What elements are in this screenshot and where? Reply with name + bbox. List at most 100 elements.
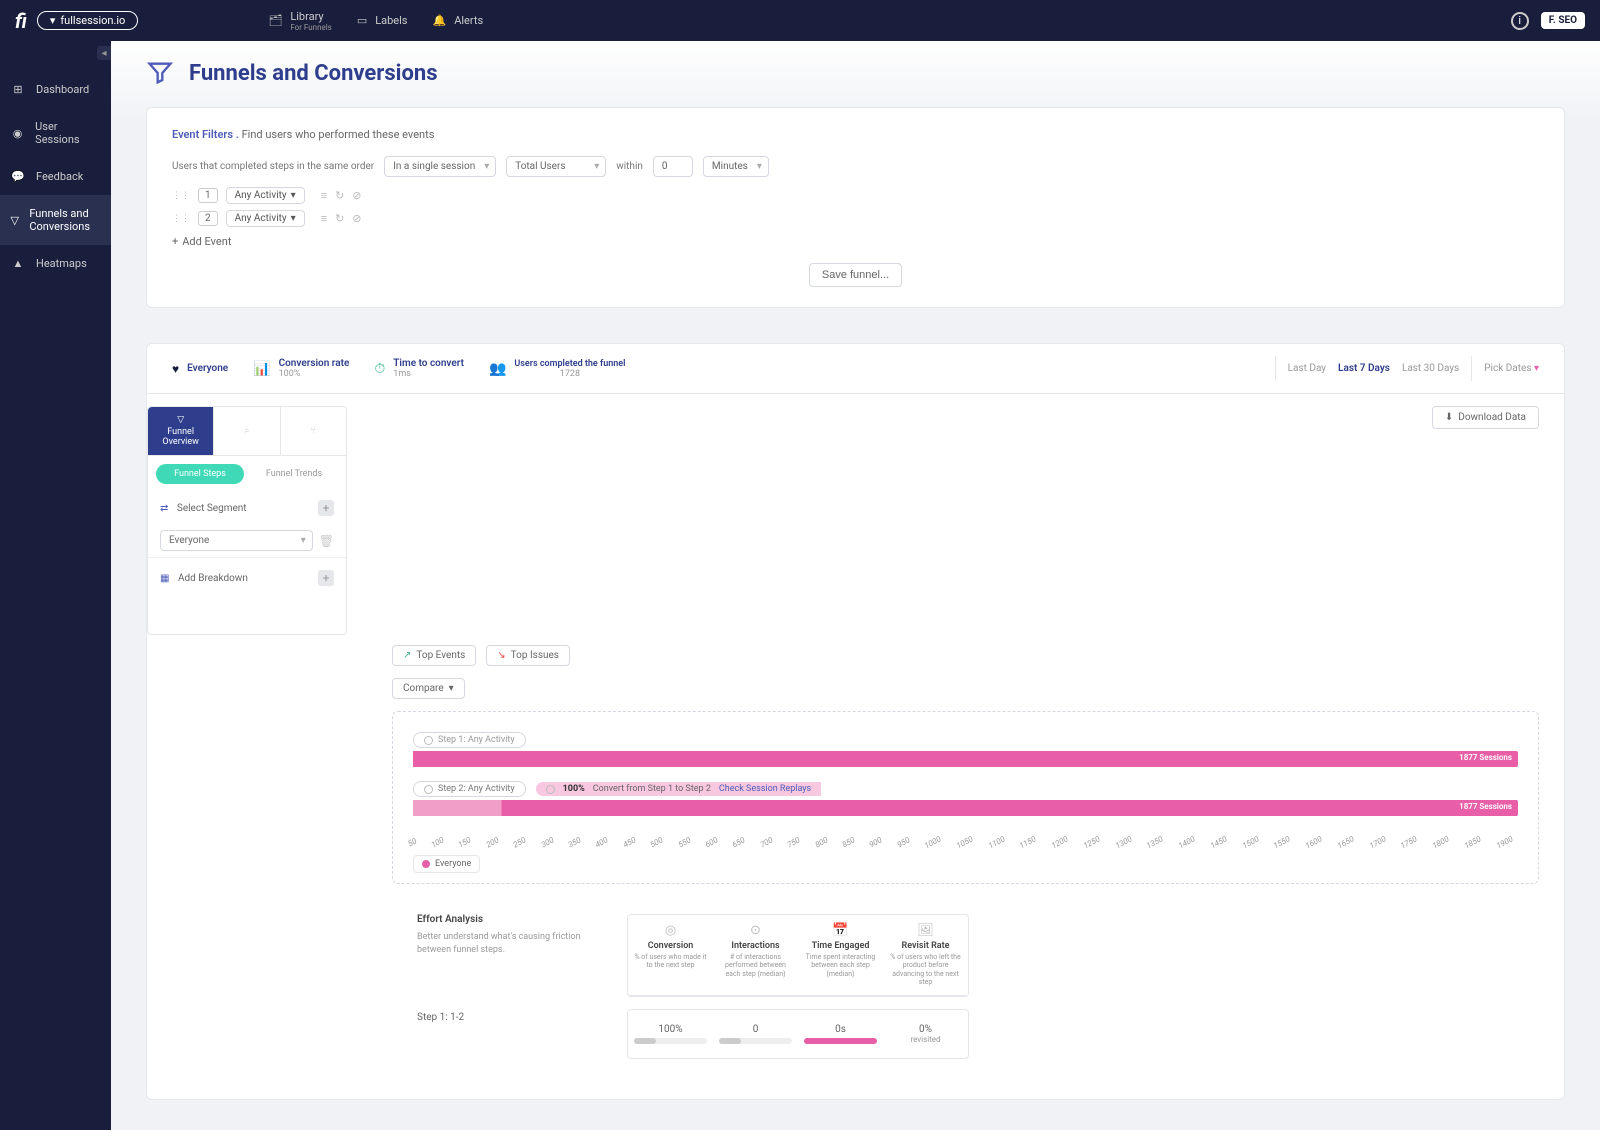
legend-dot bbox=[422, 860, 430, 868]
trend-up-icon: ↗ bbox=[403, 650, 411, 661]
site-selector[interactable]: ▾ fullsession.io bbox=[37, 11, 139, 30]
nav-library[interactable]: 🗂 Library For Funnels bbox=[268, 10, 331, 32]
date-pick[interactable]: Pick Dates ▾ bbox=[1484, 363, 1539, 374]
metrics-card: ♥ Everyone 📊 Conversion rate 100% ⏱ Ti bbox=[146, 343, 1565, 1100]
target-icon: ◎ bbox=[634, 923, 707, 938]
radio-icon bbox=[424, 785, 433, 794]
subtab-trends[interactable]: Funnel Trends bbox=[250, 464, 338, 484]
tab-3[interactable]: ⑂ bbox=[281, 407, 346, 455]
filter-icon[interactable]: ≡ bbox=[321, 189, 327, 202]
cell-time: 0s bbox=[798, 1010, 883, 1058]
tab-funnel-overview[interactable]: ▽ Funnel Overview bbox=[148, 407, 214, 455]
sidebar-item-funnels[interactable]: ▽ Funnels and Conversions bbox=[0, 195, 111, 245]
branch-icon: ⑂ bbox=[311, 426, 316, 436]
sidebar-item-feedback[interactable]: 💬 Feedback bbox=[0, 158, 111, 195]
metric-everyone[interactable]: ♥ Everyone bbox=[172, 362, 228, 376]
metric-value: 1ms bbox=[393, 369, 464, 379]
col-revisit[interactable]: 🖼 Revisit Rate % of users who left the p… bbox=[883, 915, 968, 995]
date-pick-label: Pick Dates bbox=[1484, 363, 1531, 374]
tab-2[interactable]: ⌕ bbox=[214, 407, 280, 455]
date-last-7[interactable]: Last 7 Days bbox=[1338, 363, 1390, 374]
download-button[interactable]: ⬇ Download Data bbox=[1432, 406, 1539, 429]
order-label: Users that completed steps in the same o… bbox=[172, 161, 374, 172]
users-select[interactable]: Total Users bbox=[506, 156, 606, 177]
drag-icon[interactable]: ⋮⋮ bbox=[172, 191, 190, 201]
filters-desc: Find users who performed these events bbox=[242, 128, 435, 141]
chart-icon: 📊 bbox=[253, 361, 270, 377]
chevron-down-icon: ▾ bbox=[291, 213, 296, 224]
sidebar-item-dashboard[interactable]: ⊞ Dashboard bbox=[0, 71, 111, 108]
date-last-day[interactable]: Last Day bbox=[1288, 363, 1326, 374]
add-segment-button[interactable]: + bbox=[318, 500, 334, 516]
date-last-30[interactable]: Last 30 Days bbox=[1402, 363, 1459, 374]
breakdown-icon: ▦ bbox=[160, 573, 169, 584]
add-breakdown-button[interactable]: + bbox=[318, 570, 334, 586]
metric-time: ⏱ Time to convert 1ms bbox=[374, 358, 464, 379]
heart-icon: ♥ bbox=[172, 362, 179, 376]
activity-select[interactable]: Any Activity ▾ bbox=[226, 187, 305, 204]
session-select[interactable]: In a single session bbox=[384, 156, 496, 177]
convert-text: Convert from Step 1 to Step 2 bbox=[593, 784, 711, 794]
filters-title: Event Filters . bbox=[172, 128, 239, 141]
segment-select[interactable]: Everyone bbox=[160, 530, 313, 551]
overview-panel: ▽ Funnel Overview ⌕ ⑂ Funnel Steps Funne… bbox=[147, 406, 347, 635]
nav-label: Labels bbox=[375, 14, 407, 27]
user-badge[interactable]: F. SEO bbox=[1541, 12, 1585, 29]
sidebar-collapse-button[interactable]: ◂ bbox=[97, 46, 111, 60]
info-icon[interactable]: i bbox=[1511, 12, 1529, 30]
chart-legend: Everyone bbox=[413, 855, 480, 873]
refresh-icon[interactable]: ↻ bbox=[335, 189, 344, 202]
nav-labels[interactable]: ▭ Labels bbox=[357, 10, 408, 32]
subtab-steps[interactable]: Funnel Steps bbox=[156, 464, 244, 484]
chevron-down-icon: ▾ bbox=[1534, 363, 1539, 374]
refresh-icon[interactable]: ↻ bbox=[335, 212, 344, 225]
funnel-icon: ▽ bbox=[10, 214, 19, 227]
cell-interactions: 0 bbox=[713, 1010, 798, 1058]
bar-value: 1877 Sessions bbox=[1459, 753, 1512, 762]
top-events-button[interactable]: ↗ Top Events bbox=[392, 645, 476, 666]
chat-icon: 💬 bbox=[10, 170, 26, 183]
delete-icon[interactable]: ⊘ bbox=[352, 189, 361, 202]
radio-icon bbox=[424, 736, 433, 745]
sidebar-item-label: Heatmaps bbox=[36, 257, 87, 270]
sidebar-item-label: Feedback bbox=[36, 170, 83, 183]
col-interactions[interactable]: ⊙ Interactions # of interactions perform… bbox=[713, 915, 798, 995]
convert-pct: 100% bbox=[563, 784, 585, 794]
unit-select[interactable]: Minutes bbox=[703, 156, 769, 177]
logo: fi bbox=[15, 9, 27, 33]
users-icon: 👥 bbox=[489, 361, 506, 377]
compare-button[interactable]: Compare ▾ bbox=[392, 678, 465, 699]
click-icon: ⊙ bbox=[719, 923, 792, 938]
step-row-2: ⋮⋮ 2 Any Activity ▾ ≡ ↻ ⊘ bbox=[172, 210, 1539, 227]
sidebar-item-sessions[interactable]: ◉ User Sessions bbox=[0, 108, 111, 158]
save-funnel-button[interactable]: Save funnel... bbox=[809, 263, 902, 287]
add-event-label: Add Event bbox=[182, 235, 231, 248]
step-1-pill[interactable]: Step 1: Any Activity bbox=[413, 732, 526, 748]
activity-label: Any Activity bbox=[235, 213, 287, 224]
step-2-pill[interactable]: Step 2: Any Activity bbox=[413, 781, 526, 797]
legend-label: Everyone bbox=[435, 859, 471, 869]
trash-icon[interactable]: 🗑 bbox=[319, 534, 334, 548]
funnel-icon: ▽ bbox=[177, 415, 184, 425]
delete-icon[interactable]: ⊘ bbox=[352, 212, 361, 225]
dashboard-icon: ⊞ bbox=[10, 83, 26, 96]
filter-icon[interactable]: ≡ bbox=[321, 212, 327, 225]
col-conversion[interactable]: ◎ Conversion % of users who made it to t… bbox=[628, 915, 713, 995]
add-breakdown-label: Add Breakdown bbox=[178, 573, 248, 584]
col-time[interactable]: 📅 Time Engaged Time spent interacting be… bbox=[798, 915, 883, 995]
funnel-page-icon bbox=[146, 59, 174, 87]
replay-link[interactable]: Check Session Replays bbox=[719, 784, 811, 794]
effort-data-row: 100% 0 0s bbox=[628, 1010, 968, 1058]
sidebar-item-heatmaps[interactable]: ▲ Heatmaps bbox=[0, 245, 111, 282]
drag-icon[interactable]: ⋮⋮ bbox=[172, 214, 190, 224]
top-issues-button[interactable]: ↘ Top Issues bbox=[486, 645, 570, 666]
chevron-down-icon: ▾ bbox=[291, 190, 296, 201]
sidebar: ◂ ⊞ Dashboard ◉ User Sessions 💬 Feedback… bbox=[0, 41, 111, 1130]
within-input[interactable]: 0 bbox=[653, 156, 693, 177]
nav-alerts[interactable]: 🔔 Alerts bbox=[433, 10, 484, 32]
search-icon: ⌕ bbox=[244, 426, 249, 436]
download-label: Download Data bbox=[1458, 412, 1526, 423]
activity-select[interactable]: Any Activity ▾ bbox=[226, 210, 305, 227]
image-icon: 🖼 bbox=[889, 923, 962, 938]
add-event-button[interactable]: + Add Event bbox=[172, 235, 1539, 248]
